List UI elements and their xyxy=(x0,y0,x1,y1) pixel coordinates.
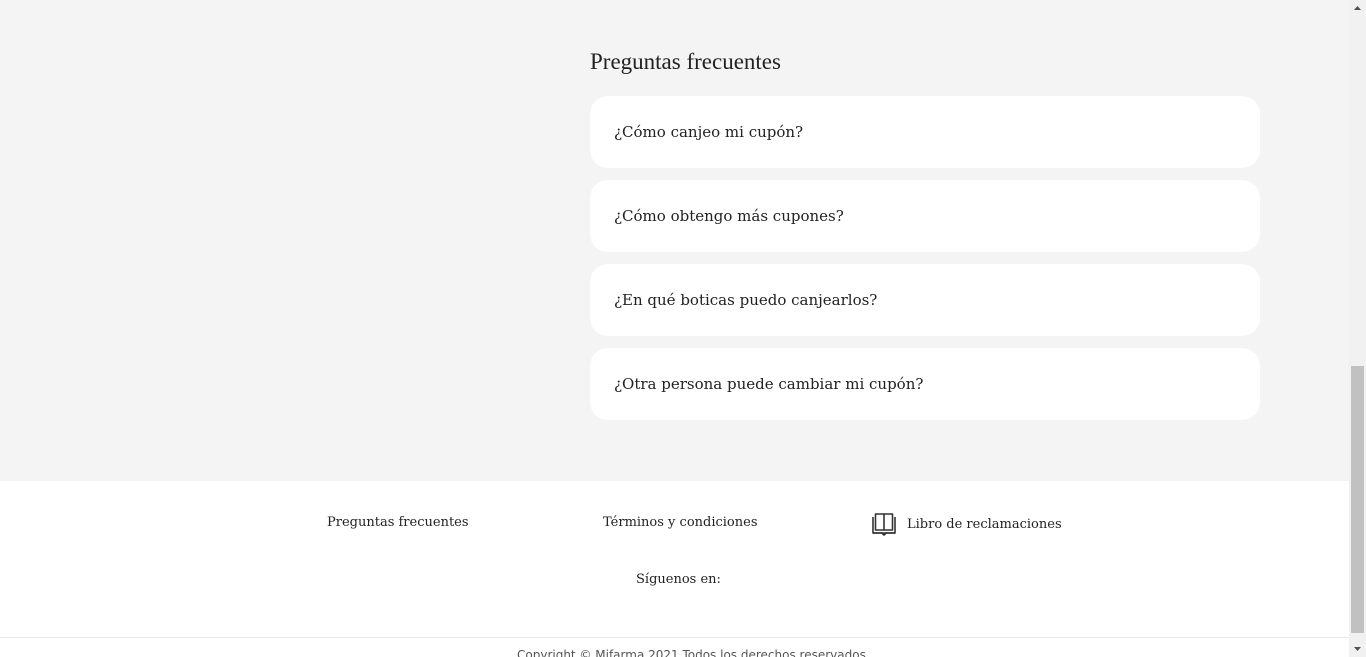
footer-terms-link[interactable]: Términos y condiciones xyxy=(603,515,758,530)
faq-item-other-person[interactable]: ¿Otra persona puede cambiar mi cupón? xyxy=(590,348,1260,420)
footer-complaints-link[interactable]: Libro de reclamaciones xyxy=(871,512,1062,536)
follow-us-label: Síguenos en: xyxy=(636,572,721,587)
faq-section: Preguntas frecuentes ¿Cómo canjeo mi cup… xyxy=(0,0,1349,481)
faq-item-redeem-coupon[interactable]: ¿Cómo canjeo mi cupón? xyxy=(590,96,1260,168)
page: Preguntas frecuentes ¿Cómo canjeo mi cup… xyxy=(0,0,1349,657)
scrollbar-thumb[interactable] xyxy=(1351,366,1364,633)
faq-title: Preguntas frecuentes xyxy=(590,49,781,74)
faq-question: ¿Otra persona puede cambiar mi cupón? xyxy=(614,375,924,393)
footer: Preguntas frecuentes Términos y condicio… xyxy=(0,481,1349,657)
faq-question: ¿Cómo canjeo mi cupón? xyxy=(614,123,804,141)
vertical-scrollbar[interactable] xyxy=(1349,0,1366,657)
faq-question: ¿Cómo obtengo más cupones? xyxy=(614,207,844,225)
copyright-text: Copyright © Mifarma 2021 Todos los derec… xyxy=(517,648,866,657)
footer-faq-link[interactable]: Preguntas frecuentes xyxy=(327,515,469,530)
book-icon xyxy=(871,512,897,536)
faq-item-which-pharmacies[interactable]: ¿En qué boticas puedo canjearlos? xyxy=(590,264,1260,336)
faq-question: ¿En qué boticas puedo canjearlos? xyxy=(614,291,878,309)
faq-item-get-more-coupons[interactable]: ¿Cómo obtengo más cupones? xyxy=(590,180,1260,252)
footer-divider xyxy=(0,637,1349,638)
scroll-up-arrow-icon[interactable] xyxy=(1349,0,1366,17)
footer-complaints-label: Libro de reclamaciones xyxy=(907,516,1062,532)
viewport: Preguntas frecuentes ¿Cómo canjeo mi cup… xyxy=(0,0,1366,657)
scroll-down-arrow-icon[interactable] xyxy=(1349,640,1366,657)
